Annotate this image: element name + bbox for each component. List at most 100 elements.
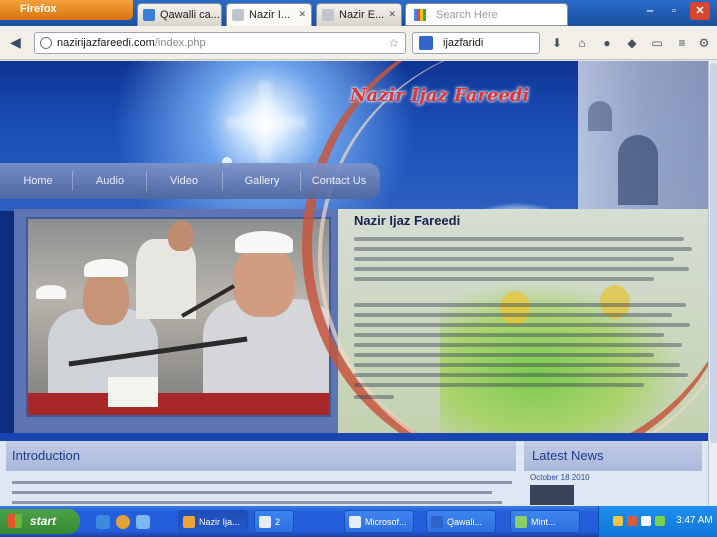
browser-tab-strip: Firefox Qawalli ca... Nazir I... ✕ Nazir… xyxy=(0,0,717,26)
tab-label: Nazir E... xyxy=(339,9,385,21)
shield-icon[interactable]: ◆ xyxy=(625,36,639,50)
panel-title: Nazir Ijaz Fareedi xyxy=(354,213,461,228)
text-line xyxy=(12,501,502,504)
windows-logo-icon xyxy=(8,514,22,528)
task-firefox[interactable]: Nazir Ija... xyxy=(178,510,248,533)
home-icon[interactable]: ⌂ xyxy=(575,36,589,50)
qawwali-photo xyxy=(26,217,331,417)
menu-divider xyxy=(300,171,301,191)
web-page: Nazir Ijaz Fareedi Home Audio Video Gall… xyxy=(0,61,708,506)
text-line xyxy=(354,363,680,367)
text-line xyxy=(354,383,644,387)
vertical-scrollbar[interactable] xyxy=(708,61,717,506)
minimize-icon[interactable]: ‒ xyxy=(640,2,660,20)
start-label: start xyxy=(30,514,57,528)
menu-divider xyxy=(222,171,223,191)
text-line xyxy=(354,333,664,337)
singer-face xyxy=(168,221,194,251)
task-group[interactable]: 2 xyxy=(254,510,294,533)
news-date-link[interactable]: October 18 2010 xyxy=(530,473,590,482)
task-mint[interactable]: Mint... xyxy=(510,510,580,533)
singer-figure xyxy=(136,239,196,319)
address-bar[interactable]: nazirijazfareedi.com/index.php ☆ xyxy=(34,32,406,54)
folder-icon xyxy=(259,516,271,528)
download-icon[interactable]: ⬇ xyxy=(550,36,564,50)
main-menu: Home Audio Video Gallery Contact Us xyxy=(0,163,380,199)
task-qawali[interactable]: Qawali... xyxy=(426,510,496,533)
news-thumbnail[interactable] xyxy=(530,485,574,505)
start-button[interactable]: start xyxy=(0,509,80,534)
word-icon xyxy=(431,516,443,528)
window-icon xyxy=(349,516,361,528)
text-line xyxy=(354,313,672,317)
singer-cap xyxy=(84,259,128,277)
tab-qawalli[interactable]: Qawalli ca... xyxy=(137,3,222,26)
text-line xyxy=(354,343,682,347)
text-line xyxy=(354,277,654,281)
text-line xyxy=(354,303,686,307)
text-line xyxy=(354,247,692,251)
text-line xyxy=(12,491,492,494)
search-engine-icon[interactable] xyxy=(419,36,433,50)
singer-cap xyxy=(36,285,66,299)
firefox-icon[interactable] xyxy=(116,515,130,529)
menu-audio[interactable]: Audio xyxy=(80,163,140,199)
network-icon[interactable] xyxy=(655,516,665,526)
system-clock[interactable]: 3:47 AM xyxy=(676,515,713,526)
sun-glow xyxy=(226,117,306,129)
tab-favicon-icon xyxy=(232,9,244,21)
text-line xyxy=(354,237,684,241)
singer-face xyxy=(233,243,295,317)
singer-face xyxy=(83,269,129,325)
tab-search-field[interactable]: Search Here xyxy=(405,3,568,26)
search-bar[interactable]: ijazfaridi xyxy=(412,32,540,54)
latest-news-heading: Latest News xyxy=(524,441,702,471)
singer-cap xyxy=(235,231,293,253)
menu-contact[interactable]: Contact Us xyxy=(304,163,374,199)
text-line xyxy=(354,373,688,377)
close-window-icon[interactable]: ✕ xyxy=(690,2,710,20)
menu-divider xyxy=(146,171,147,191)
tab-favicon-icon xyxy=(322,9,334,21)
url-path: /index.php xyxy=(154,37,206,49)
tab-nazir-active[interactable]: Nazir I... ✕ xyxy=(226,3,312,26)
close-tab-icon[interactable]: ✕ xyxy=(388,9,396,20)
stage-banner xyxy=(28,393,329,415)
volume-icon[interactable] xyxy=(641,516,651,526)
show-desktop-icon[interactable] xyxy=(96,515,110,529)
task-label: Mint... xyxy=(531,517,556,527)
task-microsoft[interactable]: Microsof... xyxy=(344,510,414,533)
ie-icon[interactable] xyxy=(136,515,150,529)
text-line xyxy=(12,481,512,484)
firefox-menu-button[interactable]: Firefox xyxy=(0,0,133,20)
text-line xyxy=(354,267,689,271)
addon-icon[interactable]: ● xyxy=(600,36,614,50)
navigation-toolbar: ◀ nazirijazfareedi.com/index.php ☆ ijazf… xyxy=(0,26,717,60)
task-label: 2 xyxy=(275,517,281,527)
windows-taskbar: start Nazir Ija... 2 Microsof... Qawali.… xyxy=(0,506,717,537)
close-tab-icon[interactable]: ✕ xyxy=(298,9,306,20)
harmonium xyxy=(108,377,158,407)
bookmark-star-icon[interactable]: ☆ xyxy=(388,36,399,50)
tab-label: Nazir I... xyxy=(249,9,290,21)
text-line xyxy=(354,395,394,399)
tab-nazir-2[interactable]: Nazir E... ✕ xyxy=(316,3,402,26)
menu-icon[interactable]: ≡ xyxy=(675,36,689,50)
back-arrow-icon[interactable]: ◀ xyxy=(10,34,21,51)
task-label: Qawali... xyxy=(447,517,483,527)
tab-label: Qawalli ca... xyxy=(160,9,220,21)
tray-icon[interactable] xyxy=(627,516,637,526)
site-identity-icon[interactable] xyxy=(40,37,52,49)
menu-video[interactable]: Video xyxy=(154,163,214,199)
section-divider xyxy=(0,433,708,441)
menu-gallery[interactable]: Gallery xyxy=(230,163,294,199)
settings-icon[interactable]: ⚙ xyxy=(697,36,711,50)
tray-icon[interactable] xyxy=(613,516,623,526)
menu-home[interactable]: Home xyxy=(8,163,68,199)
screen-icon[interactable]: ▭ xyxy=(650,36,664,50)
text-line xyxy=(354,323,690,327)
introduction-heading: Introduction xyxy=(6,441,516,471)
task-label: Nazir Ija... xyxy=(199,517,240,527)
scrollbar-thumb[interactable] xyxy=(710,63,717,443)
maximize-icon[interactable]: ▫ xyxy=(664,2,684,20)
